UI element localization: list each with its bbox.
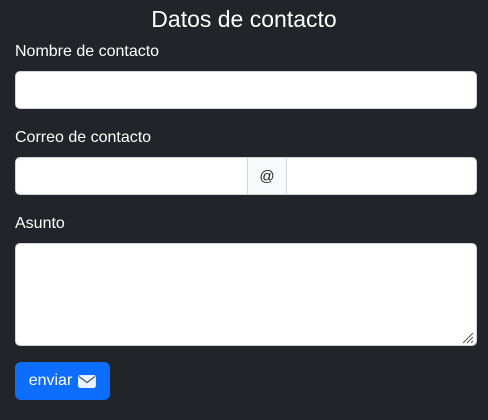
email-user-input[interactable]	[15, 157, 247, 195]
page-title: Datos de contacto	[151, 6, 337, 32]
email-input-group: @	[15, 157, 477, 195]
name-label: Nombre de contacto	[15, 43, 160, 60]
subject-textarea[interactable]	[15, 243, 477, 346]
contact-form-page: Datos de contacto Nombre de contacto Cor…	[0, 0, 488, 420]
email-label: Correo de contacto	[15, 129, 152, 146]
resize-handle-icon[interactable]	[460, 330, 474, 344]
at-sign-addon: @	[247, 157, 287, 195]
email-domain-input[interactable]	[287, 157, 477, 195]
submit-button[interactable]: enviar	[15, 362, 110, 400]
envelope-icon	[78, 374, 97, 388]
name-input[interactable]	[15, 71, 477, 109]
submit-button-label: enviar	[28, 372, 73, 389]
subject-label: Asunto	[15, 215, 65, 232]
